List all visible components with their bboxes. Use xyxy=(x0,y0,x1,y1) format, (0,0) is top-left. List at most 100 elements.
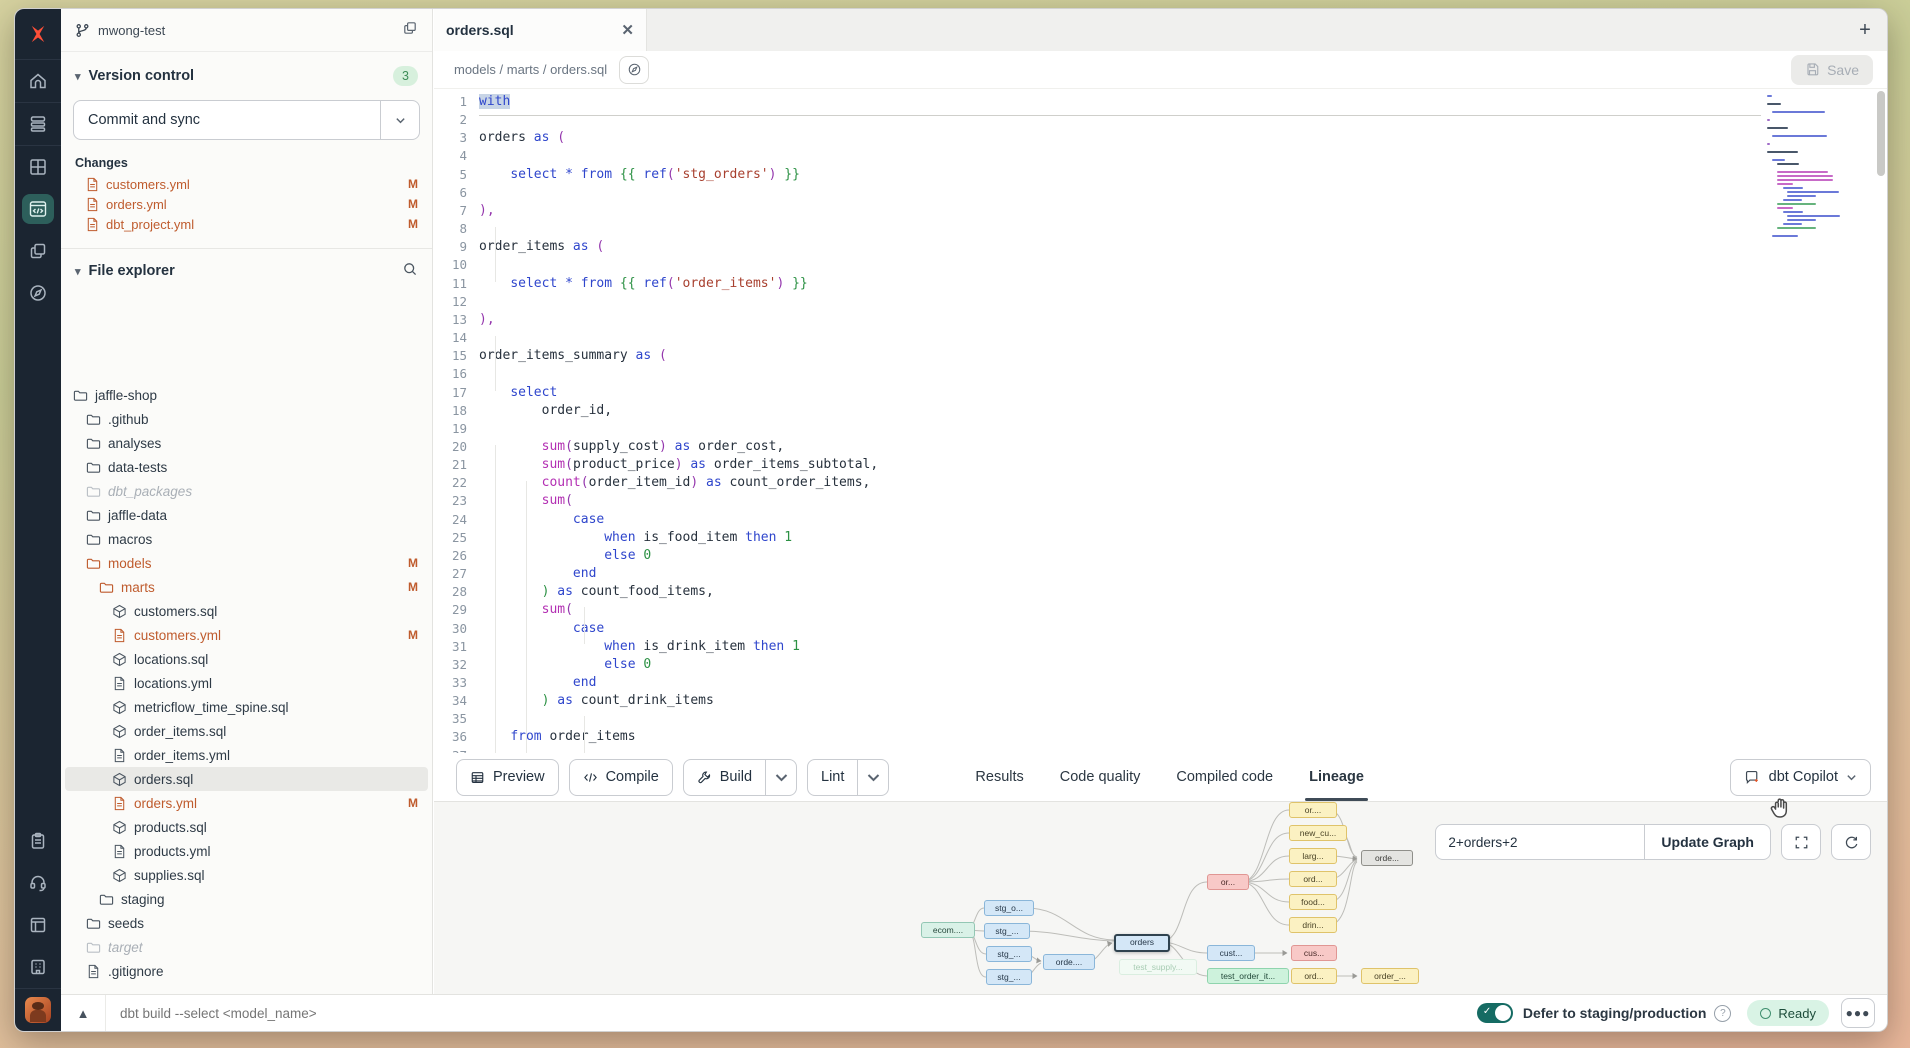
breadcrumb[interactable]: models / marts / orders.sql xyxy=(454,62,607,77)
lineage-node-test[interactable]: test_order_it... xyxy=(1207,968,1289,984)
file-icon xyxy=(85,217,99,231)
commit-and-sync-button[interactable]: Commit and sync xyxy=(73,100,420,140)
lineage-node-metric[interactable]: order_... xyxy=(1361,968,1419,984)
tree-item-jaffle-shop[interactable]: jaffle-shop xyxy=(61,383,432,407)
editor-scrollbar[interactable] xyxy=(1877,91,1885,176)
multi-window-icon[interactable] xyxy=(15,230,61,272)
tree-item-marts[interactable]: martsM xyxy=(61,575,432,599)
explore-compass-icon[interactable] xyxy=(15,272,61,314)
tree-item-order-items-yml[interactable]: order_items.yml xyxy=(61,743,432,767)
docs-icon[interactable] xyxy=(15,904,61,946)
expand-command-bar-button[interactable]: ▲ xyxy=(61,1006,105,1021)
lineage-filter-input[interactable] xyxy=(1435,824,1645,860)
file-explorer-header[interactable]: ▾ File explorer xyxy=(61,249,432,293)
lint-dropdown[interactable] xyxy=(857,760,888,795)
refresh-graph-button[interactable] xyxy=(1831,824,1871,860)
apps-grid-icon[interactable] xyxy=(15,146,61,188)
lineage-node-metric[interactable]: food... xyxy=(1289,894,1337,910)
close-tab-icon[interactable]: ✕ xyxy=(621,21,634,39)
minimap-line xyxy=(1772,159,1785,161)
tree-item-locations-yml[interactable]: locations.yml xyxy=(61,671,432,695)
environments-icon[interactable] xyxy=(15,103,61,145)
tree-item-jaffle-data[interactable]: jaffle-data xyxy=(61,503,432,527)
tree-item-data-tests[interactable]: data-tests xyxy=(61,455,432,479)
tree-item-products-sql[interactable]: products.sql xyxy=(61,815,432,839)
save-button[interactable]: Save xyxy=(1791,55,1873,85)
version-control-header[interactable]: ▾ Version control 3 xyxy=(61,52,432,94)
tree-item-customers-yml[interactable]: customers.ymlM xyxy=(61,623,432,647)
commit-dropdown[interactable] xyxy=(380,101,419,139)
new-tab-button[interactable]: + xyxy=(1843,9,1887,51)
tree-item-products-yml[interactable]: products.yml xyxy=(61,839,432,863)
more-options-button[interactable]: ●●● xyxy=(1841,998,1875,1028)
tree-item-locations-sql[interactable]: locations.sql xyxy=(61,647,432,671)
tab-compiled-code[interactable]: Compiled code xyxy=(1158,753,1291,801)
copy-branch-icon[interactable] xyxy=(402,20,418,41)
home-icon[interactable] xyxy=(15,60,61,102)
lineage-node-metric[interactable]: new_cu... xyxy=(1289,825,1347,841)
lineage-node-metric[interactable]: or.... xyxy=(1289,802,1337,818)
tab-orders-sql[interactable]: orders.sql ✕ xyxy=(434,9,647,51)
lineage-node-metric[interactable]: drin... xyxy=(1289,917,1337,933)
preview-button[interactable]: Preview xyxy=(456,759,559,796)
lineage-node-exposure[interactable]: or... xyxy=(1207,874,1249,890)
build-dropdown[interactable] xyxy=(765,760,796,795)
lineage-node-source[interactable]: ecom.... xyxy=(921,922,975,938)
dbt-logo[interactable] xyxy=(15,9,61,59)
tree-item-orders-yml[interactable]: orders.ymlM xyxy=(61,791,432,815)
tab-results[interactable]: Results xyxy=(957,753,1041,801)
tree-item-macros[interactable]: macros xyxy=(61,527,432,551)
changed-file[interactable]: orders.ymlM xyxy=(61,194,432,214)
update-graph-button[interactable]: Update Graph xyxy=(1645,824,1771,860)
changed-file[interactable]: dbt_project.ymlM xyxy=(61,214,432,234)
tree-item--github[interactable]: .github xyxy=(61,407,432,431)
tree-item-seeds[interactable]: seeds xyxy=(61,911,432,935)
tree-item-analyses[interactable]: analyses xyxy=(61,431,432,455)
tree-item-supplies-sql[interactable]: supplies.sql xyxy=(61,863,432,887)
tree-item-target[interactable]: target xyxy=(61,935,432,959)
search-icon[interactable] xyxy=(402,261,418,281)
tree-item--gitignore[interactable]: .gitignore xyxy=(61,959,432,983)
tree-item-metricflow-time-spine-sql[interactable]: metricflow_time_spine.sql xyxy=(61,695,432,719)
clipboard-icon[interactable] xyxy=(15,820,61,862)
lineage-node-model[interactable]: stg_o... xyxy=(984,900,1034,916)
lineage-node-ghost[interactable]: test_supply... xyxy=(1119,959,1197,975)
help-icon[interactable]: ? xyxy=(1714,1005,1731,1022)
tab-lineage[interactable]: Lineage xyxy=(1291,753,1382,801)
user-avatar[interactable] xyxy=(15,989,61,1031)
command-input[interactable] xyxy=(106,1005,1477,1022)
lineage-node-model[interactable]: stg_... xyxy=(986,946,1032,962)
compile-button[interactable]: Compile xyxy=(569,759,673,796)
lineage-node-disabled[interactable]: orde... xyxy=(1361,850,1413,866)
tree-item-dbt-packages[interactable]: dbt_packages xyxy=(61,479,432,503)
ready-status-badge[interactable]: Ready xyxy=(1747,1000,1829,1026)
lineage-node-model[interactable]: cust... xyxy=(1207,945,1255,961)
tree-item-customers-sql[interactable]: customers.sql xyxy=(61,599,432,623)
minimap[interactable] xyxy=(1765,91,1831,247)
build-button[interactable]: Build xyxy=(683,759,797,796)
changed-file[interactable]: customers.ymlM xyxy=(61,174,432,194)
support-headset-icon[interactable] xyxy=(15,862,61,904)
lint-button[interactable]: Lint xyxy=(807,759,889,796)
lineage-node-metric[interactable]: ord... xyxy=(1289,871,1337,887)
ide-icon[interactable] xyxy=(15,188,61,230)
lineage-node-model[interactable]: stg_... xyxy=(986,969,1032,985)
lineage-node-model[interactable]: stg_... xyxy=(984,923,1030,939)
fullscreen-button[interactable] xyxy=(1781,824,1821,860)
lineage-node-model[interactable]: orde.... xyxy=(1043,954,1095,970)
tab-code-quality[interactable]: Code quality xyxy=(1042,753,1159,801)
dbt-copilot-button[interactable]: dbt Copilot xyxy=(1730,759,1871,796)
tree-item-staging[interactable]: staging xyxy=(61,887,432,911)
organization-icon[interactable] xyxy=(15,946,61,988)
tree-item-models[interactable]: modelsM xyxy=(61,551,432,575)
lineage-node-metric[interactable]: ord... xyxy=(1291,968,1337,984)
defer-toggle[interactable] xyxy=(1477,1003,1513,1023)
lineage-node-exposure[interactable]: cus... xyxy=(1291,945,1337,961)
tree-item-orders-sql[interactable]: orders.sql xyxy=(61,767,432,791)
tree-item-order-items-sql[interactable]: order_items.sql xyxy=(61,719,432,743)
open-in-explore-button[interactable] xyxy=(619,56,649,84)
code-editor[interactable]: 1with23orders as (45 select * from {{ re… xyxy=(434,89,1887,753)
lineage-node-metric[interactable]: larg... xyxy=(1289,848,1337,864)
branch-name[interactable]: mwong-test xyxy=(98,23,165,38)
lineage-node-model[interactable]: orders xyxy=(1114,934,1170,952)
